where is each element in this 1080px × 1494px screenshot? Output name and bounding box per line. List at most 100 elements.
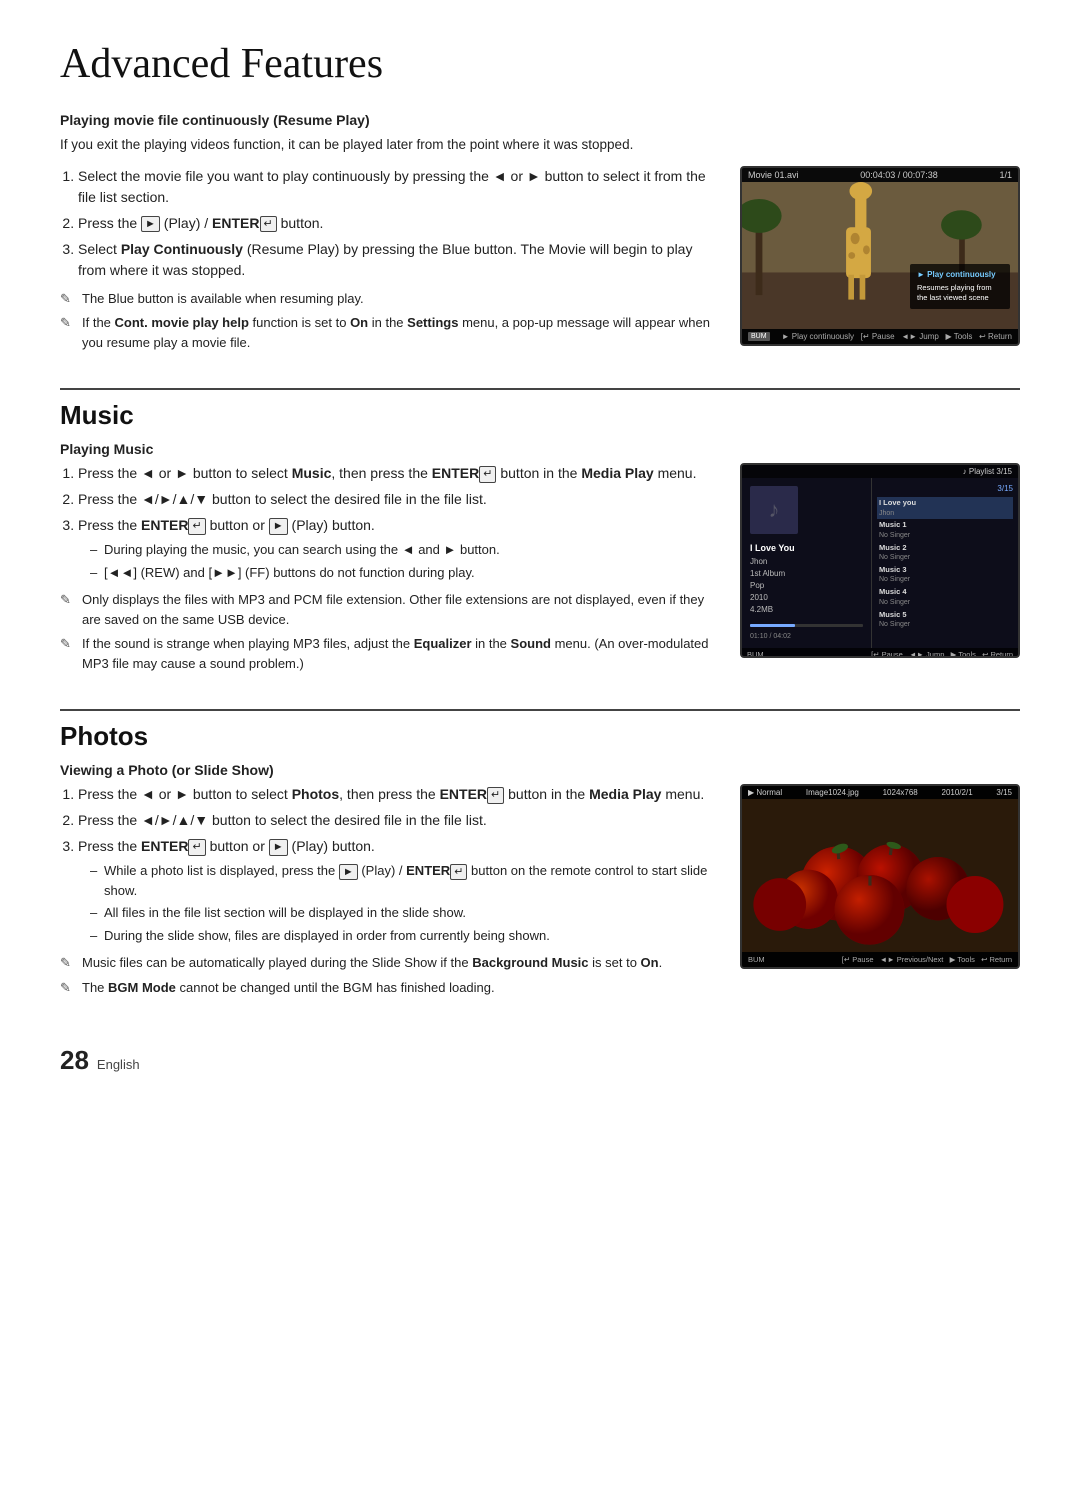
play-icon-music: ►: [269, 518, 288, 534]
music-note-1: Only displays the files with MP3 and PCM…: [60, 590, 712, 629]
music-playlist-panel: 3/15 I Love you Jhon Music 1 No Singer M…: [872, 478, 1018, 648]
music-info-panel: ♪ I Love You Jhon 1st Album Pop 2010 4.2…: [742, 478, 872, 648]
movie-step-1: Select the movie file you want to play c…: [78, 166, 712, 208]
music-bgm-tag: BUM: [747, 650, 764, 659]
play-button-icon: ►: [141, 216, 160, 232]
photos-sub-note-1: While a photo list is displayed, press t…: [90, 861, 712, 900]
movie-intro: If you exit the playing videos function,…: [60, 134, 1020, 156]
playlist-item-2: Music 2 No Singer: [877, 542, 1013, 564]
movie-step-3: Select Play Continuously (Resume Play) b…: [78, 239, 712, 281]
music-playlist-count: ♪ Playlist 3/15: [963, 467, 1012, 476]
playlist-track-sub-2: No Singer: [879, 553, 1011, 563]
playlist-track-title-4: Music 4: [879, 587, 1011, 598]
movie-filename: Movie 01.avi: [748, 170, 799, 180]
movie-subsection-title: Playing movie file continuously (Resume …: [60, 112, 1020, 128]
music-subsection-title: Playing Music: [60, 441, 1020, 457]
music-time-current: 01:10: [750, 633, 768, 640]
movie-note-1: The Blue button is available when resumi…: [60, 289, 712, 309]
music-screen-mockup: ♪ Playlist 3/15 ♪ I Love You Jhon 1st Al…: [740, 463, 1020, 658]
music-sub-notes: During playing the music, you can search…: [90, 540, 712, 582]
music-filesize: 4.2MB: [750, 604, 863, 616]
photos-note-2: The BGM Mode cannot be changed until the…: [60, 978, 712, 998]
giraffe-scene: ► Play continuously Resumes playing from…: [742, 182, 1018, 329]
photos-date: 2010/2/1: [942, 788, 973, 797]
playlist-track-sub-4: No Singer: [879, 598, 1011, 608]
playlist-track-title-5: Music 5: [879, 610, 1011, 621]
playlist-track-title-0: I Love you: [879, 498, 1011, 509]
photos-bgm-tag: BUM: [748, 955, 765, 964]
playlist-item-5: Music 5 No Singer: [877, 609, 1013, 631]
photos-screen-top-bar: ▶ Normal Image1024.jpg 1024x768 2010/2/1…: [742, 786, 1018, 799]
playlist-track-sub-1: No Singer: [879, 531, 1011, 541]
play-icon-photos: ►: [269, 839, 288, 855]
movie-controls: ► Play continuously [↵ Pause ◄► Jump ▶ T…: [782, 332, 1012, 341]
playlist-item-1: Music 1 No Singer: [877, 519, 1013, 541]
playlist-track-sub-0: Jhon: [879, 509, 1011, 519]
playlist-track-sub-3: No Singer: [879, 575, 1011, 585]
enter-icon-photos-sub: ↵: [450, 864, 467, 880]
photos-resolution: 1024x768: [883, 788, 918, 797]
movie-content: Select the movie file you want to play c…: [60, 166, 1020, 361]
enter-icon-photos1: ↵: [487, 787, 504, 803]
music-sub-note-2: [◄◄] (REW) and [►►] (FF) buttons do not …: [90, 563, 712, 583]
movie-popup-text: Resumes playing from the last viewed sce…: [917, 283, 1003, 304]
photos-screen-bottom-bar: BUM [↵ Pause ◄► Previous/Next ▶ Tools ↩ …: [742, 952, 1018, 967]
playlist-track-title-2: Music 2: [879, 543, 1011, 554]
movie-timecode: 00:04:03 / 00:07:38: [860, 170, 938, 180]
photos-step-3: Press the ENTER↵ button or ► (Play) butt…: [78, 836, 712, 945]
page-language: English: [97, 1057, 140, 1072]
music-time: 01:10 / 04:02: [750, 633, 863, 640]
music-divider: [60, 388, 1020, 390]
movie-steps: Select the movie file you want to play c…: [78, 166, 712, 281]
music-progress-bar: [750, 624, 863, 627]
music-year: 2010: [750, 592, 863, 604]
photos-sub-note-3: During the slide show, files are display…: [90, 926, 712, 946]
music-step-1: Press the ◄ or ► button to select Music,…: [78, 463, 712, 484]
photos-steps: Press the ◄ or ► button to select Photos…: [78, 784, 712, 945]
photos-screen-content: [742, 799, 1018, 952]
photos-subsection-title: Viewing a Photo (or Slide Show): [60, 762, 1020, 778]
music-steps: Press the ◄ or ► button to select Music,…: [78, 463, 712, 582]
photos-step-1: Press the ◄ or ► button to select Photos…: [78, 784, 712, 805]
playlist-item-3: Music 3 No Singer: [877, 564, 1013, 586]
music-step-2: Press the ◄/►/▲/▼ button to select the d…: [78, 489, 712, 510]
page-number: 28: [60, 1045, 89, 1076]
movie-popup: ► Play continuously Resumes playing from…: [910, 264, 1010, 308]
page-title: Advanced Features: [60, 40, 1020, 88]
music-text-col: Press the ◄ or ► button to select Music,…: [60, 463, 712, 681]
apples-svg: [742, 799, 1018, 952]
movie-screen-bottom-bar: BUM ► Play continuously [↵ Pause ◄► Jump…: [742, 329, 1018, 344]
photos-notes: Music files can be automatically played …: [60, 953, 712, 997]
music-track-name: I Love You: [750, 542, 863, 556]
photos-divider: [60, 709, 1020, 711]
play-icon-photos-sub: ►: [339, 864, 358, 880]
enter-button-icon: ↵: [260, 216, 277, 232]
music-controls: [↵ Pause ◄► Jump ▶ Tools ↩ Return: [871, 650, 1013, 659]
music-album-art: ♪: [750, 486, 798, 534]
music-section-title: Music: [60, 400, 1020, 431]
music-step-3: Press the ENTER↵ button or ► (Play) butt…: [78, 515, 712, 582]
enter-icon-music2: ↵: [188, 518, 205, 534]
music-screen-bottom-bar: BUM [↵ Pause ◄► Jump ▶ Tools ↩ Return: [742, 648, 1018, 659]
enter-icon-music1: ↵: [479, 466, 496, 482]
music-track-info: I Love You Jhon 1st Album Pop 2010 4.2MB: [750, 542, 863, 616]
movie-note-2: If the Cont. movie play help function is…: [60, 313, 712, 352]
photos-filename: Image1024.jpg: [806, 788, 859, 797]
music-screen-col: ♪ Playlist 3/15 ♪ I Love You Jhon 1st Al…: [740, 463, 1020, 658]
movie-step-2: Press the ► (Play) / ENTER↵ button.: [78, 213, 712, 234]
playlist-item-0: I Love you Jhon: [877, 497, 1013, 519]
music-genre: Pop: [750, 580, 863, 592]
photos-screen-mockup: ▶ Normal Image1024.jpg 1024x768 2010/2/1…: [740, 784, 1020, 969]
photos-content: Press the ◄ or ► button to select Photos…: [60, 784, 1020, 1005]
photos-sub-note-2: All files in the file list section will …: [90, 903, 712, 923]
music-screen-top-bar: ♪ Playlist 3/15: [742, 465, 1018, 478]
movie-screen-top-bar: Movie 01.avi 00:04:03 / 00:07:38 1/1: [742, 168, 1018, 182]
photos-sub-notes: While a photo list is displayed, press t…: [90, 861, 712, 945]
bgm-tag: BUM: [748, 332, 770, 341]
music-time-total: 04:02: [773, 633, 791, 640]
movie-text-col: Select the movie file you want to play c…: [60, 166, 712, 361]
music-progress-fill: [750, 624, 795, 627]
music-notes: Only displays the files with MP3 and PCM…: [60, 590, 712, 673]
music-content: Press the ◄ or ► button to select Music,…: [60, 463, 1020, 681]
music-screen-main: ♪ I Love You Jhon 1st Album Pop 2010 4.2…: [742, 478, 1018, 648]
